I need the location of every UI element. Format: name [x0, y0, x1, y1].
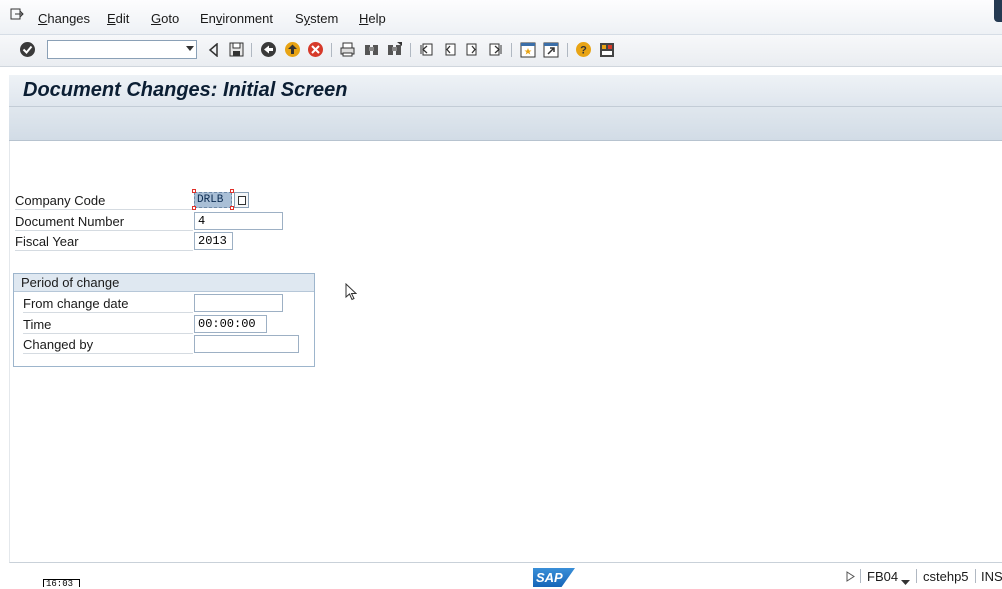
selection-handle	[192, 206, 196, 210]
shortcut-icon[interactable]	[541, 40, 560, 59]
toolbar-separator	[251, 43, 252, 57]
first-page-icon[interactable]	[417, 40, 436, 59]
title-area: Document Changes: Initial Screen	[9, 75, 1002, 107]
fiscal-year-field[interactable]: 2013	[194, 232, 233, 250]
status-expand-icon[interactable]	[846, 570, 855, 585]
menu-system[interactable]: System	[295, 11, 338, 26]
save-icon[interactable]	[227, 40, 246, 59]
document-number-field[interactable]: 4	[194, 212, 283, 230]
toolbar-separator	[567, 43, 568, 57]
standard-toolbar: ?	[0, 35, 1002, 67]
from-change-date-field[interactable]	[194, 294, 283, 312]
find-next-icon[interactable]	[385, 40, 404, 59]
time-field[interactable]: 00:00:00	[194, 315, 267, 333]
application-toolbar	[9, 107, 1002, 141]
exit-icon[interactable]	[283, 40, 302, 59]
command-field[interactable]	[47, 40, 197, 59]
toolbar-separator	[410, 43, 411, 57]
previous-page-icon[interactable]	[440, 40, 459, 59]
svg-text:?: ?	[580, 45, 587, 57]
from-change-date-label: From change date	[23, 294, 193, 313]
find-icon[interactable]	[362, 40, 381, 59]
menu-help[interactable]: Help	[359, 11, 386, 26]
changed-by-field[interactable]	[194, 335, 299, 353]
changed-by-label: Changed by	[23, 335, 193, 354]
status-time: 16:03	[43, 579, 80, 587]
create-session-icon[interactable]	[518, 40, 537, 59]
enter-icon[interactable]	[18, 40, 37, 59]
menu-changes[interactable]: Changes	[38, 11, 90, 26]
fiscal-year-label: Fiscal Year	[15, 232, 193, 251]
menu-environment[interactable]: Environment	[200, 11, 273, 26]
customize-layout-icon[interactable]	[597, 40, 616, 59]
status-separator	[860, 569, 861, 583]
last-page-icon[interactable]	[486, 40, 505, 59]
print-icon[interactable]	[338, 40, 357, 59]
menu-goto[interactable]: Goto	[151, 11, 179, 26]
mouse-pointer-icon	[345, 283, 357, 301]
group-title: Period of change	[14, 274, 314, 292]
exit-menu-icon[interactable]	[10, 8, 24, 20]
toolbar-separator	[331, 43, 332, 57]
window-corner	[994, 0, 1002, 22]
cancel-icon[interactable]	[306, 40, 325, 59]
toolbar-separator	[511, 43, 512, 57]
next-page-icon[interactable]	[463, 40, 482, 59]
status-separator	[975, 569, 976, 583]
company-code-label: Company Code	[15, 191, 193, 210]
selection-handle	[192, 189, 196, 193]
chevron-down-icon[interactable]	[186, 46, 194, 51]
server-name: cstehp5	[923, 569, 969, 584]
status-bar: 16:03 SAP FB04 cstehp5 INS	[0, 564, 1002, 587]
company-code-field[interactable]: DRLB	[194, 192, 232, 208]
document-number-label: Document Number	[15, 212, 193, 231]
time-label: Time	[23, 315, 193, 334]
insert-mode: INS	[981, 569, 1002, 584]
page-title: Document Changes: Initial Screen	[23, 79, 348, 101]
help-icon[interactable]: ?	[574, 40, 593, 59]
company-code-value: DRLB	[197, 194, 224, 206]
status-separator	[916, 569, 917, 583]
value-help-button[interactable]	[234, 192, 249, 208]
sap-logo: SAP	[533, 568, 575, 587]
menu-bar: Changes Edit Goto Environment System Hel…	[0, 0, 1002, 35]
menu-edit[interactable]: Edit	[107, 11, 129, 26]
transaction-code: FB04	[867, 569, 899, 584]
back-arrow-icon[interactable]	[204, 40, 223, 59]
back-icon[interactable]	[259, 40, 278, 59]
